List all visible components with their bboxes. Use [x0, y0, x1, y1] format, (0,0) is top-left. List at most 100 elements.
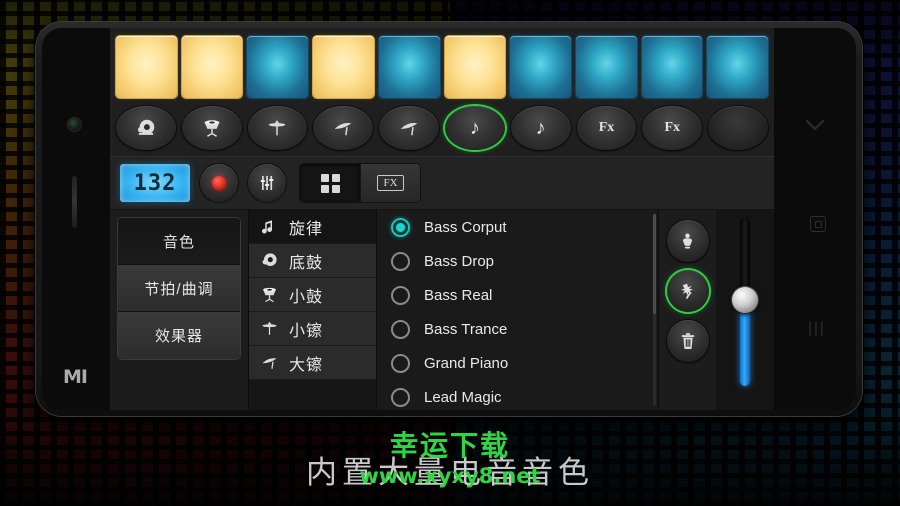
- category-label: 小镲: [289, 322, 324, 340]
- volume-thumb[interactable]: [732, 286, 758, 313]
- instrument-fx-button-2[interactable]: Fx: [642, 106, 703, 150]
- crash-cymbal-icon: [335, 123, 352, 136]
- sound-label: Bass Real: [424, 286, 493, 304]
- transport-bar: 132 FX: [110, 156, 774, 210]
- category-kick-drum[interactable]: 底鼓: [249, 244, 376, 278]
- record-dot-icon: [212, 176, 226, 190]
- category-label: 底鼓: [289, 254, 324, 272]
- instrument-fx-button-1[interactable]: Fx: [576, 106, 637, 150]
- kick-drum-icon: [137, 119, 155, 135]
- lower-panels: 音色 节拍/曲调 效果器 旋律 底鼓 小鼓 小镲 大镲 Bass Corput …: [110, 210, 774, 410]
- pad-5[interactable]: [378, 36, 440, 98]
- list-item[interactable]: Bass Drop: [377, 244, 658, 278]
- list-item[interactable]: Bass Trance: [377, 312, 658, 346]
- list-item[interactable]: Bass Corput: [377, 210, 658, 244]
- nav-back-chevron-down-icon[interactable]: [804, 114, 826, 136]
- record-button[interactable]: [200, 164, 238, 202]
- grid-icon: [320, 173, 340, 193]
- category-hihat-cymbal[interactable]: 小镲: [249, 312, 376, 346]
- nav-recents-bars-icon[interactable]: |||: [808, 320, 826, 337]
- snare-drum-icon: [258, 284, 280, 306]
- snare-drum-icon: [204, 120, 220, 137]
- action-buttons-column: [658, 210, 716, 410]
- mixer-faders-icon: [260, 176, 274, 190]
- pad-grid: [110, 28, 774, 102]
- left-tabs-column: 音色 节拍/曲调 效果器: [110, 210, 248, 410]
- category-melody[interactable]: 旋律: [249, 210, 376, 244]
- list-item[interactable]: Bass Real: [377, 278, 658, 312]
- fx-icon: FX: [377, 175, 404, 191]
- pad-1[interactable]: [116, 36, 177, 98]
- view-grid-tab[interactable]: [300, 164, 360, 202]
- kick-drum-icon: [258, 250, 280, 272]
- tab-beat-tune[interactable]: 节拍/曲调: [118, 265, 240, 312]
- category-crash-cymbal[interactable]: 大镲: [249, 346, 376, 380]
- list-item[interactable]: Lead Magic: [377, 380, 658, 410]
- pad-8[interactable]: [575, 36, 637, 98]
- hihat-cymbal-icon: [269, 120, 286, 136]
- pad-7[interactable]: [510, 36, 571, 98]
- magic-wand-button[interactable]: [666, 270, 709, 312]
- view-mode-toggle: FX: [300, 164, 420, 202]
- radio-icon[interactable]: [391, 387, 410, 407]
- instrument-kick-drum-button[interactable]: [116, 106, 176, 150]
- pad-6[interactable]: [444, 36, 506, 98]
- mixer-button[interactable]: [248, 164, 286, 202]
- pad-4[interactable]: [313, 36, 374, 98]
- music-note-icon: ♪: [469, 117, 480, 139]
- pad-10[interactable]: [707, 36, 769, 98]
- radio-icon[interactable]: [391, 285, 410, 305]
- radio-icon[interactable]: [391, 251, 410, 271]
- sound-label: Grand Piano: [424, 354, 509, 372]
- radio-icon[interactable]: [391, 319, 410, 339]
- phone-inner-frame: MI ||| ♪ ♪ Fx Fx 132 FX 音色 节拍/曲调 效果器 旋律 …: [42, 28, 856, 410]
- tab-effects[interactable]: 效果器: [118, 312, 240, 359]
- sound-label: Bass Corput: [424, 218, 507, 236]
- magic-wand-icon: [680, 283, 694, 299]
- touch-hand-button[interactable]: [666, 220, 709, 262]
- instrument-empty-slot-button[interactable]: [708, 106, 768, 150]
- radio-icon[interactable]: [391, 353, 410, 373]
- view-fx-tab[interactable]: FX: [360, 164, 420, 202]
- nav-home-square-icon[interactable]: [810, 216, 826, 232]
- volume-slider[interactable]: [732, 218, 758, 386]
- list-scrollbar[interactable]: [653, 214, 656, 406]
- sound-label: Lead Magic: [424, 388, 502, 406]
- crash-cymbal-icon: [400, 123, 418, 136]
- radio-selected-icon[interactable]: [391, 217, 410, 237]
- music-note-icon: ♪: [535, 117, 546, 139]
- category-snare-drum[interactable]: 小鼓: [249, 278, 376, 312]
- trash-icon: [681, 333, 694, 349]
- instrument-snare-drum-button[interactable]: [181, 106, 242, 150]
- instrument-hihat-cymbal-button[interactable]: [247, 106, 308, 150]
- instrument-melody-note-button[interactable]: ♪: [510, 106, 571, 150]
- fx-icon: Fx: [598, 120, 615, 135]
- category-label: 旋律: [289, 220, 324, 238]
- tab-timbre[interactable]: 音色: [118, 218, 240, 265]
- list-item[interactable]: Grand Piano: [377, 346, 658, 380]
- pad-2[interactable]: [181, 36, 243, 98]
- sound-list[interactable]: Bass Corput Bass Drop Bass Real Bass Tra…: [376, 210, 658, 410]
- fx-icon: Fx: [664, 120, 681, 135]
- instrument-crash-cymbal-button-1[interactable]: [313, 106, 374, 150]
- touch-hand-icon: [683, 233, 692, 248]
- promo-caption: 内置大量电音音色: [306, 455, 594, 491]
- instrument-crash-cymbal-button-2[interactable]: [379, 106, 439, 150]
- pad-9[interactable]: [641, 36, 703, 98]
- phone-right-bezel: |||: [774, 28, 856, 410]
- crash-cymbal-icon: [258, 352, 280, 374]
- volume-column: [716, 210, 774, 410]
- pad-3[interactable]: [247, 36, 309, 98]
- mi-brand-logo: MI: [63, 366, 88, 388]
- sound-label: Bass Drop: [424, 252, 495, 270]
- sound-label: Bass Trance: [424, 320, 508, 338]
- category-label: 大镲: [289, 356, 324, 374]
- bpm-display[interactable]: 132: [120, 164, 190, 202]
- hihat-cymbal-icon: [258, 318, 280, 340]
- instrument-selector-row: ♪ ♪ Fx Fx: [110, 102, 774, 156]
- tabs-group: 音色 节拍/曲调 效果器: [118, 218, 240, 359]
- delete-button[interactable]: [666, 320, 709, 362]
- instrument-melody-note-button-active[interactable]: ♪: [444, 106, 505, 150]
- screenshot-stage: MI ||| ♪ ♪ Fx Fx 132 FX 音色 节拍/曲调 效果器 旋律 …: [0, 0, 900, 506]
- music-note-icon: [258, 216, 280, 238]
